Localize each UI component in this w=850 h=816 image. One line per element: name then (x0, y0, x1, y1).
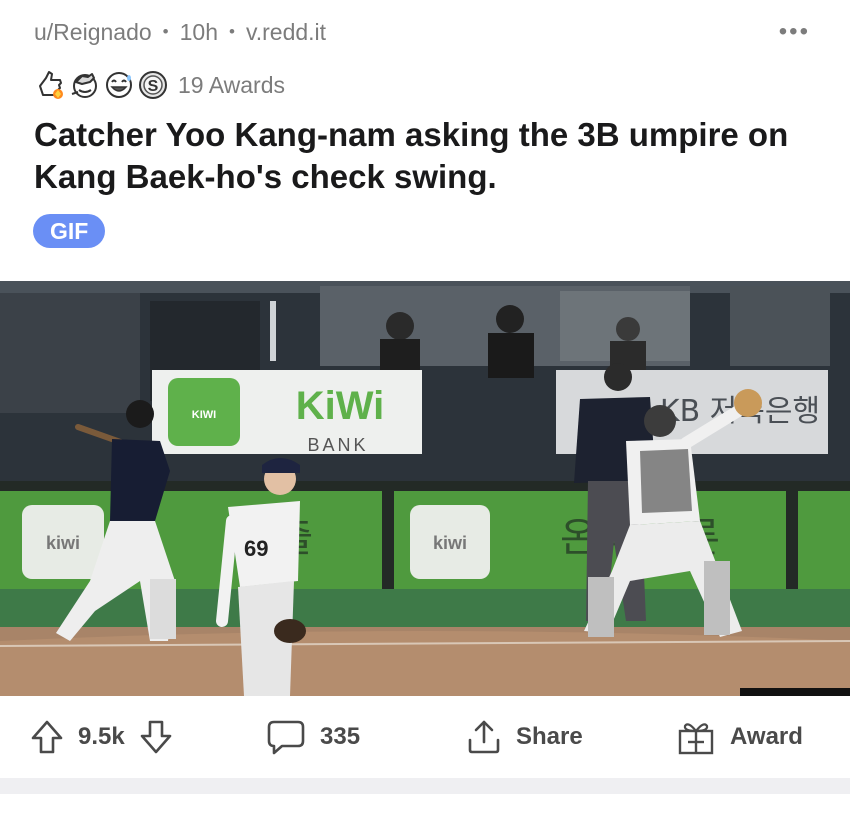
comment-bubble-icon (266, 718, 306, 756)
baseball-scene-image: KIWI KiWi BANK KB 저축은행 kiwi 금 출 kiwi 온라 … (0, 281, 850, 696)
comments-button[interactable]: 335 (266, 696, 360, 778)
downvote-arrow-icon[interactable] (139, 719, 173, 755)
laughing-award-icon (102, 68, 136, 102)
facepalm-award-icon (68, 68, 102, 102)
post-age: 10h (179, 18, 218, 45)
vote-group: 9.5k (30, 696, 173, 778)
kiwi-big-sign: KiWi (296, 384, 385, 428)
wall-kiwi-logo-right: kiwi (433, 533, 467, 553)
post-divider (0, 778, 850, 794)
upvote-arrow-icon[interactable] (30, 719, 64, 755)
share-label: Share (516, 723, 583, 750)
vote-score: 9.5k (78, 723, 125, 750)
thumbs-up-award-icon (34, 68, 68, 102)
gift-icon (676, 717, 716, 757)
share-button[interactable]: Share (466, 696, 583, 778)
bank-sign: BANK (307, 435, 368, 455)
share-icon (466, 718, 502, 756)
post-title[interactable]: Catcher Yoo Kang-nam asking the 3B umpir… (34, 114, 824, 198)
kiwi-small-sign: KIWI (192, 409, 216, 421)
video-player[interactable]: KIWI KiWi BANK KB 저축은행 kiwi 금 출 kiwi 온라 … (0, 281, 850, 696)
awards-row[interactable]: S 19 Awards (34, 66, 285, 104)
comments-count: 335 (320, 723, 361, 750)
wall-kiwi-logo-left: kiwi (46, 533, 80, 553)
domain-link[interactable]: v.redd.it (246, 19, 326, 46)
svg-text:S: S (148, 78, 159, 95)
separator-dot: • (228, 22, 235, 41)
silver-coin-award-icon: S (136, 68, 170, 102)
gif-flair-badge[interactable]: GIF (33, 214, 106, 248)
pitcher-jersey-number: 69 (244, 536, 268, 561)
award-button[interactable]: Award (676, 696, 803, 778)
post-action-bar: 9.5k 335 Share Award (0, 696, 850, 778)
award-label: Award (730, 723, 803, 750)
post-meta: u/Reignado • 10h • v.redd.it (34, 16, 326, 48)
separator-dot: • (162, 22, 169, 41)
next-post-edge (0, 794, 850, 816)
more-options-icon[interactable]: ••• (779, 20, 810, 44)
awards-count: 19 Awards (178, 71, 285, 98)
author-link[interactable]: u/Reignado (34, 19, 152, 46)
